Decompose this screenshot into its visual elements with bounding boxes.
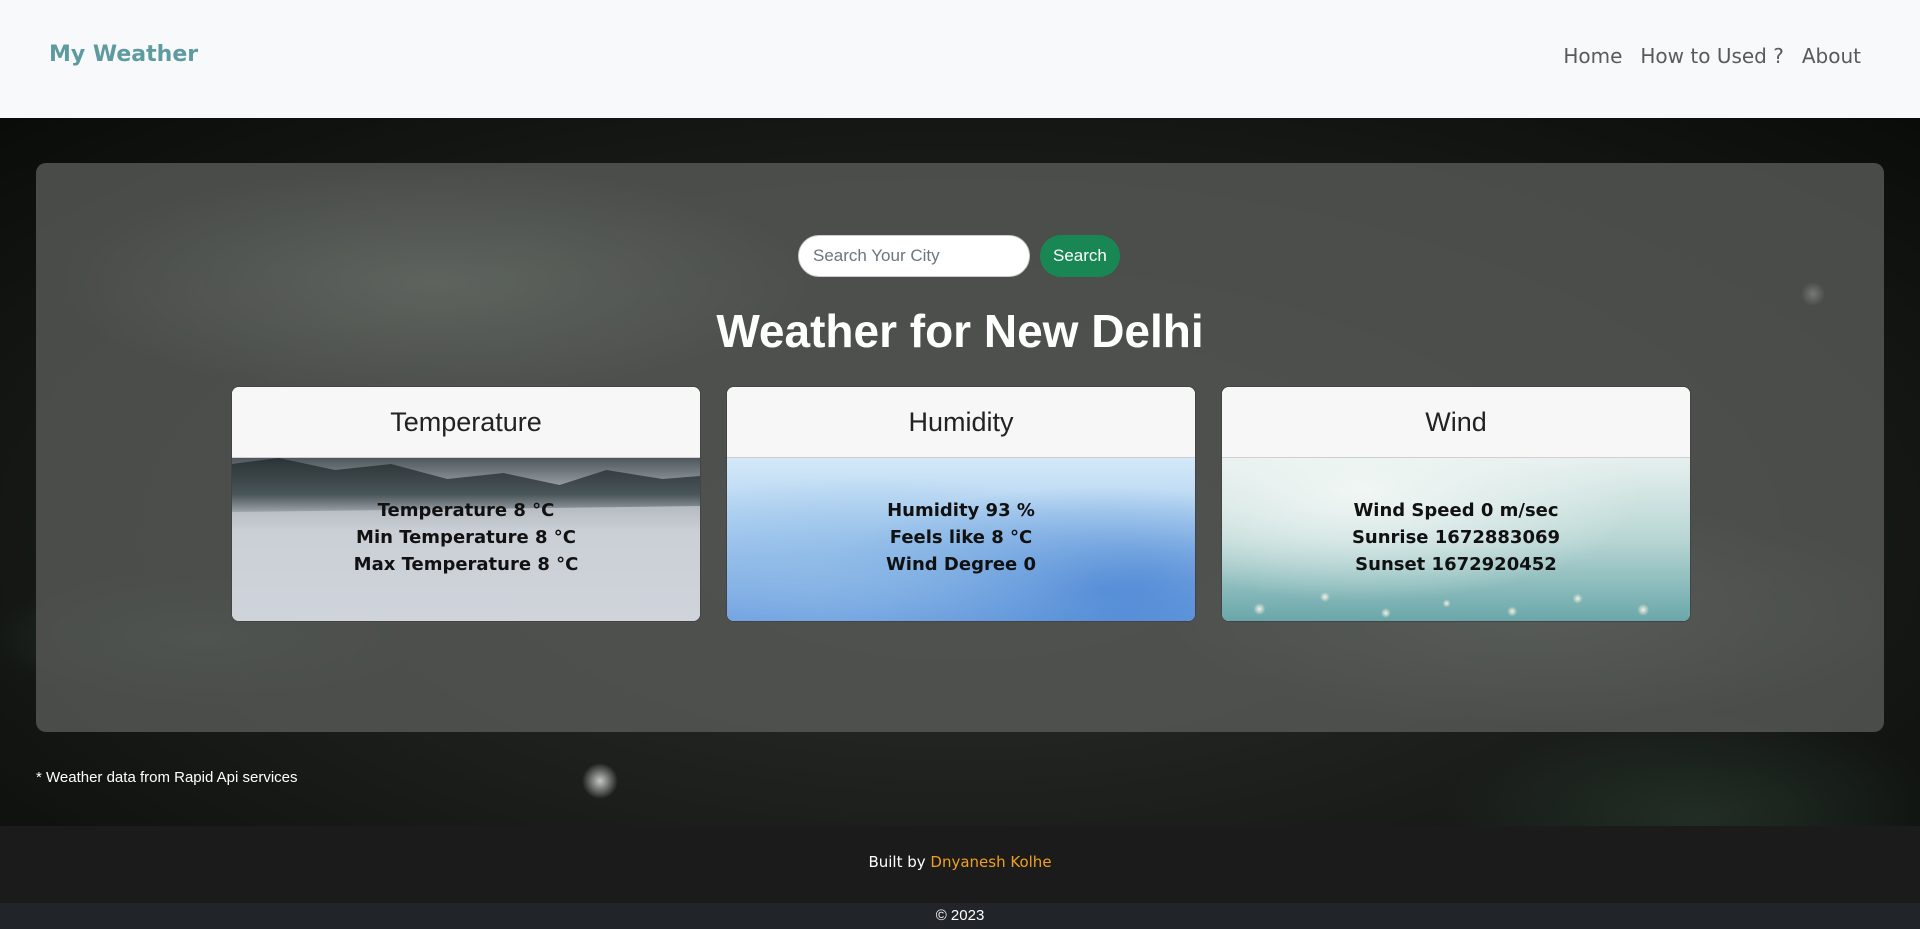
sunset-value: Sunset 1672920452	[1355, 554, 1557, 575]
copyright: © 2023	[0, 903, 1920, 929]
temperature-value: Temperature 8 °C	[377, 500, 555, 521]
data-source-note: * Weather data from Rapid Api services	[36, 769, 298, 786]
navbar: My Weather Home How to Used ? About	[0, 0, 1920, 118]
built-by-label: Built by	[868, 853, 926, 871]
dandelion-image: Wind Speed 0 m/sec Sunrise 1672883069 Su…	[1222, 458, 1690, 621]
temperature-card-header: Temperature	[232, 387, 700, 458]
temperature-card: Temperature Temperature 8 °C Min Tempera…	[231, 386, 701, 622]
search-button[interactable]: Search	[1040, 235, 1120, 277]
search-form: Search	[798, 235, 1120, 277]
nav-link-home[interactable]: Home	[1563, 44, 1622, 68]
min-temperature-value: Min Temperature 8 °C	[356, 527, 576, 548]
footer-credit: Built by Dnyanesh Kolhe	[868, 853, 1051, 871]
city-search-input[interactable]	[798, 235, 1030, 277]
brand-logo[interactable]: My Weather	[49, 42, 198, 67]
wind-degree-value: Wind Degree 0	[885, 554, 1037, 575]
snow-image: Temperature 8 °C Min Temperature 8 °C Ma…	[232, 458, 700, 621]
nav-link-about[interactable]: About	[1802, 44, 1861, 68]
humidity-value: Humidity 93 %	[887, 500, 1035, 521]
sunrise-value: Sunrise 1672883069	[1351, 527, 1561, 548]
weather-title: Weather for New Delhi	[716, 305, 1204, 357]
wind-speed-value: Wind Speed 0 m/sec	[1353, 500, 1559, 521]
humidity-card-header: Humidity	[727, 387, 1195, 458]
author-link[interactable]: Dnyanesh Kolhe	[930, 853, 1051, 871]
humidity-card: Humidity Humidity 93 % Feels like 8 °C W…	[726, 386, 1196, 622]
nav-links: Home How to Used ? About	[1563, 44, 1861, 68]
footer: Built by Dnyanesh Kolhe	[0, 826, 1920, 903]
wind-card: Wind Wind Speed 0 m/sec Sunrise 16728830…	[1221, 386, 1691, 622]
feels-like-value: Feels like 8 °C	[889, 527, 1033, 548]
nav-link-how-to-use[interactable]: How to Used ?	[1640, 44, 1783, 68]
max-temperature-value: Max Temperature 8 °C	[353, 554, 579, 575]
wind-card-header: Wind	[1222, 387, 1690, 458]
frosted-glass-image: Humidity 93 % Feels like 8 °C Wind Degre…	[727, 458, 1195, 621]
